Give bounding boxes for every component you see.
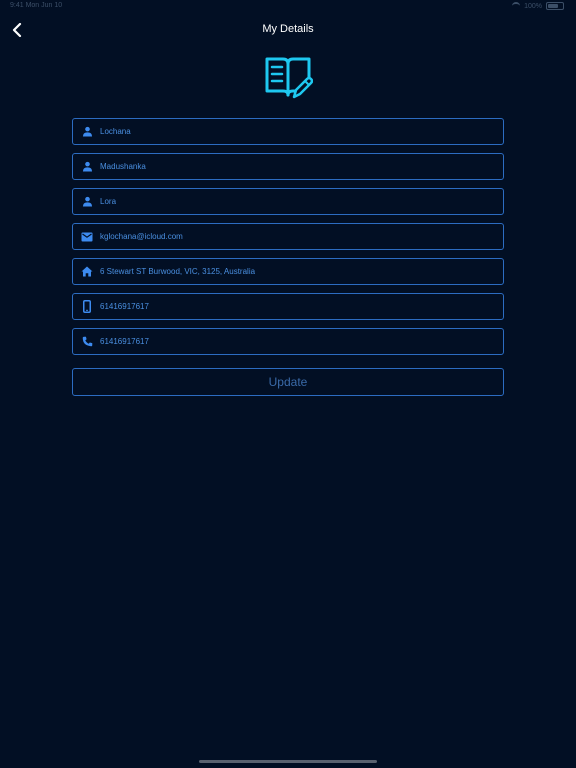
home-indicator[interactable] <box>199 760 377 763</box>
nickname-field[interactable]: Lora <box>72 188 504 215</box>
address-value: 6 Stewart ST Burwood, VIC, 3125, Austral… <box>100 267 256 276</box>
nickname-value: Lora <box>100 197 117 206</box>
book-edit-icon <box>265 57 313 99</box>
phone-icon <box>74 336 100 347</box>
status-bar: 9:41 Mon Jun 10 100% <box>0 0 576 12</box>
details-form: Lochana Madushanka Lora kglochana@icloud… <box>72 118 504 363</box>
last-name-value: Madushanka <box>100 162 146 171</box>
phone-value: 61416917617 <box>100 337 149 346</box>
person-icon <box>74 161 100 172</box>
last-name-field[interactable]: Madushanka <box>72 153 504 180</box>
status-indicators: 100% <box>512 2 564 10</box>
email-icon <box>74 232 100 242</box>
first-name-field[interactable]: Lochana <box>72 118 504 145</box>
address-field[interactable]: 6 Stewart ST Burwood, VIC, 3125, Austral… <box>72 258 504 285</box>
battery-percentage: 100% <box>524 2 542 10</box>
page-title: My Details <box>262 23 314 35</box>
battery-icon <box>546 2 564 10</box>
wifi-icon <box>512 2 521 10</box>
person-icon <box>74 196 100 207</box>
phone-field[interactable]: 61416917617 <box>72 328 504 355</box>
mobile-field[interactable]: 61416917617 <box>72 293 504 320</box>
email-field[interactable]: kglochana@icloud.com <box>72 223 504 250</box>
home-icon <box>74 266 100 277</box>
mobile-value: 61416917617 <box>100 302 149 311</box>
first-name-value: Lochana <box>100 127 131 136</box>
update-button[interactable]: Update <box>72 368 504 396</box>
navigation-bar: My Details <box>0 18 576 42</box>
mobile-phone-icon <box>74 300 100 313</box>
email-value: kglochana@icloud.com <box>100 232 183 241</box>
status-time: 9:41 Mon Jun 10 <box>10 2 63 9</box>
person-icon <box>74 126 100 137</box>
